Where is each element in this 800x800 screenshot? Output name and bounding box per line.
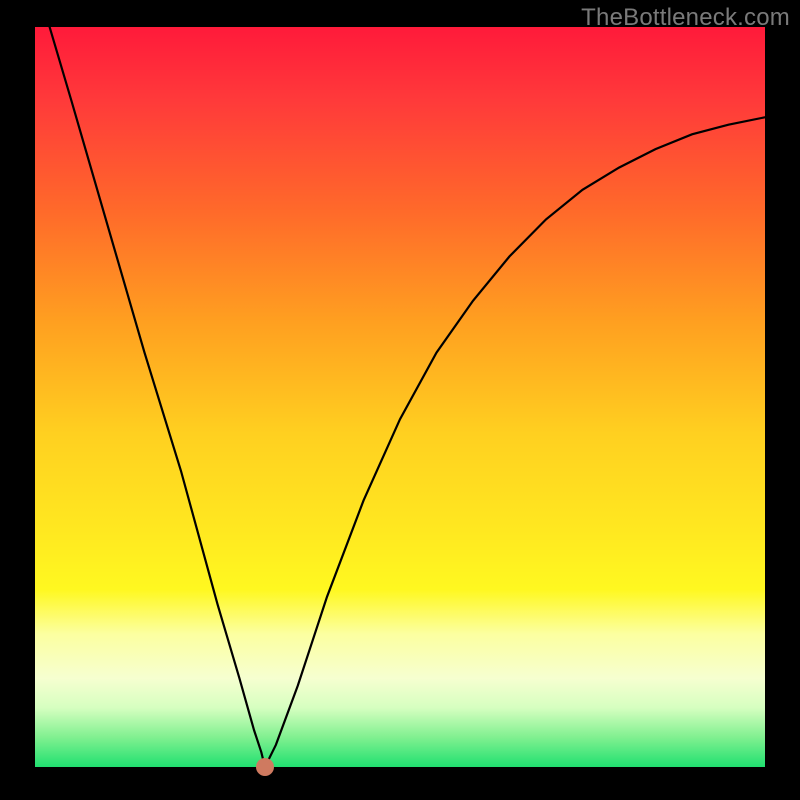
chart-area [35, 27, 765, 767]
curve-svg [35, 27, 765, 767]
bottleneck-curve [50, 27, 765, 767]
minimum-marker [256, 758, 274, 776]
